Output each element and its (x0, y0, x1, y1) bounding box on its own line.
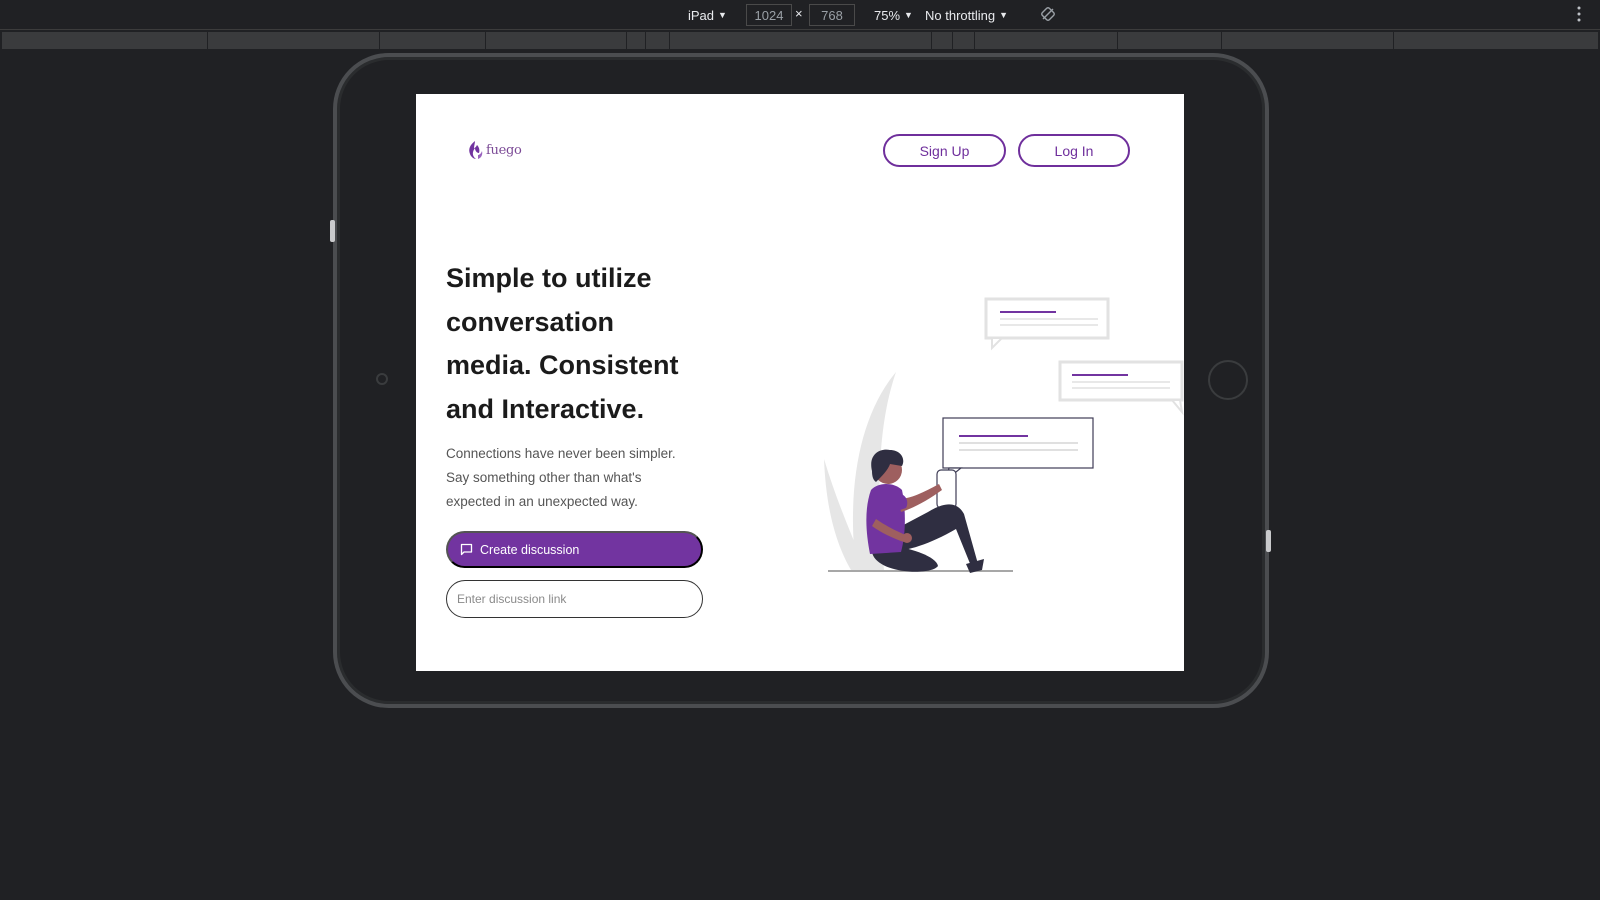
chevron-down-icon: ▼ (904, 10, 913, 20)
media-query-segment[interactable] (1393, 32, 1394, 49)
media-query-segment[interactable] (645, 32, 646, 49)
conversation-illustration (824, 297, 1184, 573)
zoom-select[interactable]: 75% ▼ (874, 0, 913, 30)
more-options-icon[interactable] (1575, 5, 1583, 23)
ipad-side-button (330, 220, 335, 242)
media-query-segment[interactable] (379, 32, 380, 49)
rotate-icon[interactable] (1040, 6, 1056, 22)
throttling-label: No throttling (925, 7, 996, 23)
media-query-bar[interactable] (2, 32, 1598, 49)
media-query-segment[interactable] (669, 32, 670, 49)
hero-subtext: Connections have never been simpler. Say… (446, 446, 676, 509)
media-query-segment[interactable] (931, 32, 932, 49)
create-discussion-label: Create discussion (480, 542, 580, 557)
chat-bubble-top (984, 297, 1110, 351)
sign-up-button[interactable]: Sign Up (883, 134, 1006, 167)
ipad-camera (376, 373, 388, 385)
create-discussion-button[interactable]: Create discussion (446, 531, 703, 568)
hero-headline: Simple to utilize conversation media. Co… (446, 263, 679, 424)
chevron-down-icon: ▼ (718, 10, 727, 20)
media-query-segment[interactable] (207, 32, 208, 49)
media-query-segment[interactable] (1221, 32, 1222, 49)
logo[interactable]: fuego (466, 140, 522, 160)
media-query-segment[interactable] (952, 32, 953, 49)
discussion-link-input[interactable] (446, 580, 703, 618)
device-label: iPad (688, 7, 715, 23)
media-query-segment[interactable] (1117, 32, 1118, 49)
media-query-segment[interactable] (974, 32, 975, 49)
throttling-select[interactable]: No throttling ▼ (925, 0, 1008, 30)
logo-text: fuego (486, 142, 522, 158)
flame-icon (469, 141, 483, 159)
ipad-side-button (1266, 530, 1271, 552)
media-query-segment[interactable] (626, 32, 627, 49)
devtools-device-toolbar: iPad ▼ 1024 × 768 75% ▼ No throttling ▼ (0, 0, 1600, 30)
dimension-separator: × (795, 6, 803, 21)
height-input[interactable]: 768 (809, 4, 855, 26)
media-query-segment[interactable] (485, 32, 486, 49)
chat-bubble-icon (460, 543, 473, 556)
chevron-down-icon: ▼ (999, 10, 1009, 20)
log-in-button[interactable]: Log In (1018, 134, 1130, 167)
width-input[interactable]: 1024 (746, 4, 792, 26)
ipad-home-button (1208, 360, 1248, 400)
device-select[interactable]: iPad ▼ (688, 0, 727, 30)
chat-bubble-main (942, 417, 1094, 482)
app-viewport: fuego Sign Up Log In Simple to utilize c… (416, 94, 1184, 671)
chat-bubble-right (1058, 360, 1184, 416)
zoom-label: 75% (874, 7, 901, 23)
